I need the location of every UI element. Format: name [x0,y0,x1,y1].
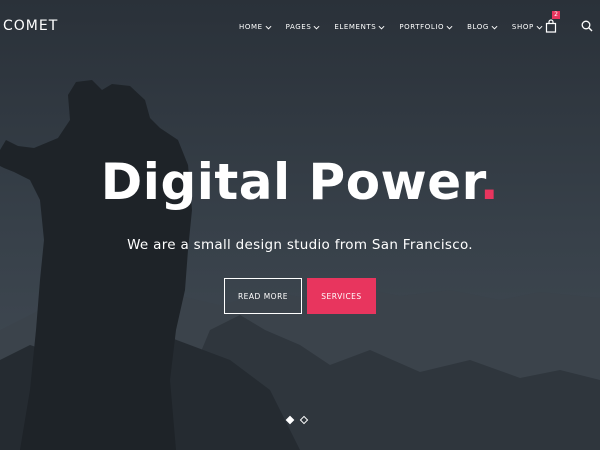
nav-item-pages[interactable]: PAGES [286,22,321,32]
nav-item-label: ELEMENTS [334,23,377,31]
chevron-down-icon [491,25,498,29]
chevron-down-icon [313,25,320,29]
chevron-down-icon [536,25,543,29]
slider-dot-1[interactable] [285,415,295,425]
nav-item-label: PORTFOLIO [399,23,445,31]
main-menu: HOME PAGES ELEMENTS PORTFOLIO BLOG SHOP [239,22,557,32]
chevron-down-icon [265,25,272,29]
nav-item-label: BLOG [467,23,489,31]
top-navbar: COMET HOME PAGES ELEMENTS PORTFOLIO BLOG [0,0,600,52]
hero-subheadline: We are a small design studio from San Fr… [127,237,473,253]
nav-item-portfolio[interactable]: PORTFOLIO [399,22,453,32]
nav-item-label: SHOP [511,23,534,31]
nav-item-home[interactable]: HOME [239,22,272,32]
cart-count-badge: 2 [552,11,560,19]
hero-section: COMET HOME PAGES ELEMENTS PORTFOLIO BLOG [0,0,600,450]
read-more-button[interactable]: READ MORE [224,278,302,314]
slider-dot-2[interactable] [299,415,309,425]
shopping-bag-icon[interactable] [545,19,557,33]
chevron-down-icon [446,25,453,29]
search-icon[interactable] [581,20,593,32]
slider-pagination [285,415,315,425]
nav-item-shop[interactable]: SHOP [512,22,543,32]
services-button[interactable]: SERVICES [307,278,376,314]
hero-background-image [0,0,600,450]
hero-headline-text: Digital Power [100,153,480,211]
nav-item-blog[interactable]: BLOG [467,22,498,32]
hero-headline: Digital Power. [0,150,600,214]
hero-headline-accent-dot: . [479,153,500,211]
nav-item-label: PAGES [285,23,312,31]
chevron-down-icon [378,25,385,29]
site-logo[interactable]: COMET [3,18,58,34]
nav-item-label: HOME [239,23,263,31]
nav-item-elements[interactable]: ELEMENTS [334,22,385,32]
